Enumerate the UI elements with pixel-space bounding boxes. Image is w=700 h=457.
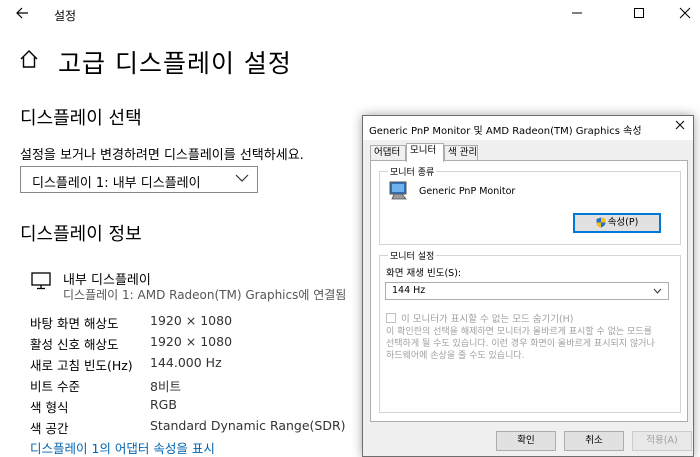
tab-monitor[interactable]: 모니터 <box>406 143 444 162</box>
info-label: 활성 신호 해상도 <box>30 337 119 352</box>
info-label: 색 형식 <box>30 400 69 415</box>
hide-modes-checkbox[interactable] <box>386 313 396 323</box>
arrow-left-icon[interactable] <box>8 4 36 26</box>
description-line: 선택하게 될 수도 있습니다. 이런 경우 화면이 올바르게 표시되지 않거나 <box>386 339 655 349</box>
info-value: RGB <box>150 397 177 412</box>
dialog-titlebar: Generic PnP Monitor 및 AMD Radeon(TM) Gra… <box>363 116 693 140</box>
info-value: 8비트 <box>150 379 181 394</box>
info-row: 활성 신호 해상도 1920 × 1080 <box>30 334 350 354</box>
refresh-rate-dropdown[interactable]: 144 Hz <box>385 282 669 300</box>
monitor-device-icon <box>388 180 410 202</box>
description-line: 이 확인란의 선택을 해제하면 모니터가 올바르게 표시할 수 없는 모드를 <box>386 327 652 337</box>
info-value: Standard Dynamic Range(SDR) <box>150 418 346 433</box>
display-connection: 디스플레이 1: AMD Radeon(TM) Graphics에 연결됨 <box>63 288 347 302</box>
cancel-button[interactable]: 취소 <box>564 431 624 451</box>
info-row: 새로 고침 빈도(Hz) 144.000 Hz <box>30 355 350 375</box>
tab-adapter[interactable]: 어댑터 <box>370 145 406 161</box>
display-dropdown-value: 디스플레이 1: 내부 디스플레이 <box>32 176 201 191</box>
monitor-properties-label: 속성(P) <box>607 217 639 228</box>
settings-titlebar: 설정 <box>0 0 700 30</box>
info-label: 새로 고침 빈도(Hz) <box>30 358 133 373</box>
info-row: 비트 수준 8비트 <box>30 376 350 396</box>
select-display-description: 설정을 보거나 변경하려면 디스플레이를 선택하세요. <box>20 148 304 163</box>
select-display-heading: 디스플레이 선택 <box>20 108 142 129</box>
adapter-properties-link[interactable]: 디스플레이 1의 어댑터 속성을 표시 <box>30 438 215 457</box>
monitor-icon <box>31 272 51 290</box>
app-title: 설정 <box>54 9 77 23</box>
info-label: 색 공간 <box>30 421 69 436</box>
info-value: 1920 × 1080 <box>150 313 233 328</box>
info-value: 144.000 Hz <box>150 355 222 370</box>
apply-button[interactable]: 적용(A) <box>632 431 692 451</box>
close-button[interactable] <box>662 0 700 30</box>
hide-modes-description: 이 확인란의 선택을 해제하면 모니터가 올바르게 표시할 수 없는 모드를 선… <box>386 326 676 362</box>
info-row: 바탕 화면 해상도 1920 × 1080 <box>30 313 350 333</box>
chevron-down-icon <box>235 170 249 186</box>
dialog-close-button[interactable] <box>673 118 687 136</box>
info-row: 색 형식 RGB <box>30 397 350 417</box>
monitor-settings-legend: 모니터 설정 <box>388 249 437 262</box>
chevron-down-icon <box>653 287 662 295</box>
refresh-rate-value: 144 Hz <box>392 285 426 296</box>
hide-modes-label: 이 모니터가 표시할 수 없는 모드 숨기기(H) <box>401 314 574 325</box>
dialog-title: Generic PnP Monitor 및 AMD Radeon(TM) Gra… <box>369 126 642 137</box>
properties-dialog: Generic PnP Monitor 및 AMD Radeon(TM) Gra… <box>362 115 694 457</box>
ok-button[interactable]: 확인 <box>496 431 556 451</box>
description-line: 하드웨어에 손상을 줄 수도 있습니다. <box>386 351 525 361</box>
page-title: 고급 디스플레이 설정 <box>58 49 292 78</box>
refresh-rate-label: 화면 재생 빈도(S): <box>386 268 462 279</box>
monitor-type-group: 모니터 종류 <box>379 165 681 245</box>
shield-icon <box>596 217 606 228</box>
info-label: 비트 수준 <box>30 379 80 394</box>
monitor-tab-panel: 모니터 종류 Generic PnP Monitor 속성(P) 모니터 설정 … <box>370 160 688 422</box>
tab-color-management[interactable]: 색 관리 <box>444 145 478 161</box>
maximize-button[interactable] <box>616 0 662 30</box>
minimize-button[interactable] <box>554 0 600 30</box>
info-row: 색 공간 Standard Dynamic Range(SDR) <box>30 418 350 438</box>
monitor-properties-button[interactable]: 속성(P) <box>573 213 661 233</box>
display-info-heading: 디스플레이 정보 <box>20 224 142 245</box>
monitor-type-legend: 모니터 종류 <box>388 165 437 178</box>
display-dropdown[interactable]: 디스플레이 1: 내부 디스플레이 <box>20 166 258 193</box>
monitor-model-name: Generic PnP Monitor <box>419 186 516 197</box>
info-label: 바탕 화면 해상도 <box>30 316 119 331</box>
home-icon[interactable] <box>18 48 42 74</box>
info-value: 1920 × 1080 <box>150 334 233 349</box>
